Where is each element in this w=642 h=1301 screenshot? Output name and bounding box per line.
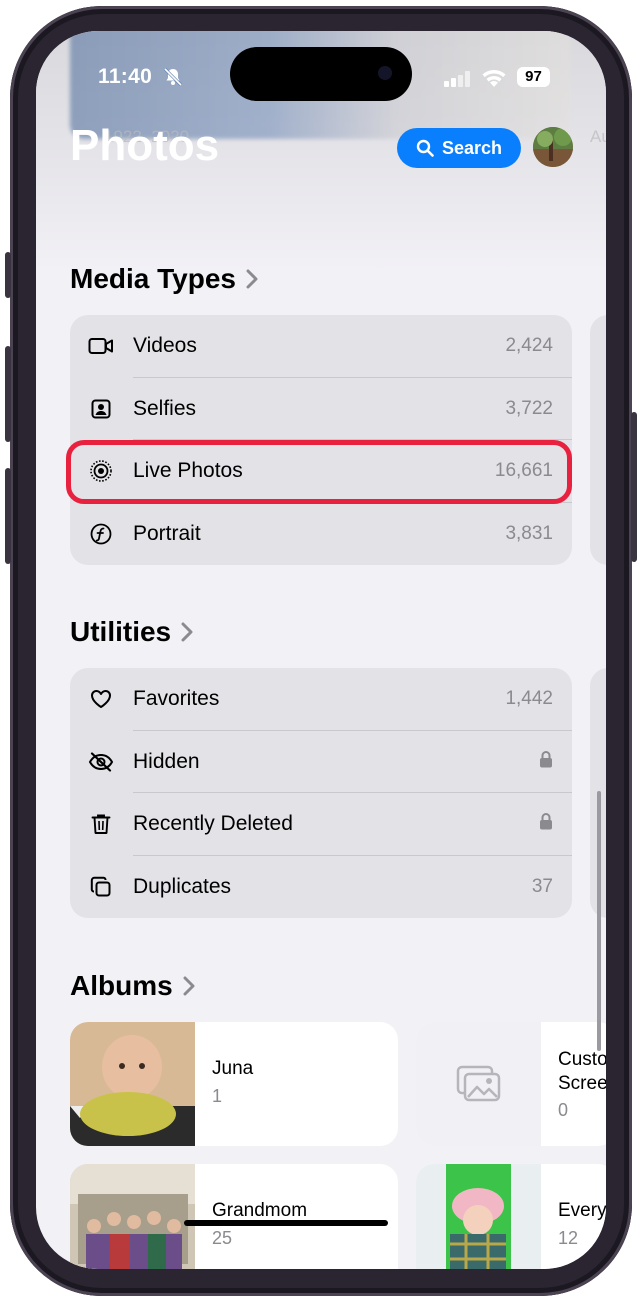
album-count: 25 [212,1228,233,1248]
album-name: Custo Scree [558,1049,606,1094]
trash-icon [88,811,114,837]
media-types-header[interactable]: Media Types [70,263,258,295]
strip-date-right: Au [590,127,606,146]
portrait-icon [88,521,114,547]
album-name: Grandmom [212,1200,308,1221]
search-label: Search [441,137,503,158]
bell-muted-icon [163,67,183,87]
utility-row-hidden[interactable]: Hidden [70,731,572,793]
album-count: 1 [212,1086,223,1106]
row-count: 3,722 [505,397,553,419]
media-row-videos[interactable]: Videos 2,424 [70,315,572,378]
albums-title: Albums [70,970,173,1001]
row-label: Recently Deleted [133,812,293,836]
selfie-icon [88,396,114,422]
media-row-selfies[interactable]: Selfies 3,722 [70,378,572,440]
row-label: Videos [133,334,197,358]
utility-row-favorites[interactable]: Favorites 1,442 [70,668,572,731]
chevron-right-icon [246,269,258,289]
home-indicator[interactable] [184,1220,388,1226]
row-label: Favorites [133,687,220,711]
utilities-title: Utilities [70,616,172,647]
eye-slash-icon [88,749,114,775]
duplicate-icon [88,874,114,900]
video-icon [88,333,114,359]
cellular-signal-icon [444,71,470,87]
screen: 1922–2020 Au 11:40 97 Photos Search [36,31,606,1269]
profile-avatar[interactable] [533,127,573,167]
chevron-right-icon [181,622,193,642]
album-thumbnail [416,1022,541,1146]
chevron-right-icon [183,976,195,996]
album-thumbnail [416,1164,541,1269]
row-label: Hidden [133,749,200,773]
wifi-icon [482,70,506,87]
status-time: 11:40 [98,65,153,88]
dynamic-island [230,47,412,101]
action-button [5,252,11,298]
media-row-portrait[interactable]: Portrait 3,831 [70,503,572,566]
live-photos-highlight [66,440,572,504]
page-title: Photos [70,121,220,170]
album-name: Juna [212,1058,254,1079]
utility-row-recently-deleted[interactable]: Recently Deleted [70,793,572,856]
row-label: Duplicates [133,874,232,898]
utility-row-duplicates[interactable]: Duplicates 37 [70,856,572,919]
album-card-grandmom[interactable]: Grandmom 25 [70,1164,398,1269]
album-card-custom-screens[interactable]: Custo Scree 0 [416,1022,606,1146]
heart-icon [88,686,114,712]
albums-header[interactable]: Albums [70,970,195,1002]
photo-stack-icon [456,1065,500,1102]
volume-up-button [5,346,11,442]
row-count: 37 [531,875,553,897]
lock-icon [539,750,553,774]
power-button [631,412,637,562]
media-types-title: Media Types [70,263,236,294]
album-name: Every [558,1200,606,1221]
row-label: Selfies [133,396,197,420]
row-count: 2,424 [505,335,553,357]
avatar-image [533,127,573,167]
battery-indicator: 97 [517,67,550,87]
album-card-everyone[interactable]: Every 12 [416,1164,606,1269]
row-count: 1,442 [505,688,553,710]
album-count: 12 [558,1228,579,1248]
album-thumbnail [70,1022,195,1146]
row-count: 3,831 [505,522,553,544]
album-card-juna[interactable]: Juna 1 [70,1022,398,1146]
next-card-peek[interactable] [590,315,606,565]
album-thumbnail [70,1164,195,1269]
utilities-list: Favorites 1,442 Hidden Recently Deleted [70,668,572,918]
volume-down-button [5,468,11,564]
row-label: Portrait [133,521,201,545]
search-button[interactable]: Search [397,128,521,168]
search-icon [416,139,434,157]
lock-icon [539,812,553,836]
scroll-indicator[interactable] [597,791,601,1051]
album-count: 0 [558,1100,569,1120]
utilities-header[interactable]: Utilities [70,616,193,648]
